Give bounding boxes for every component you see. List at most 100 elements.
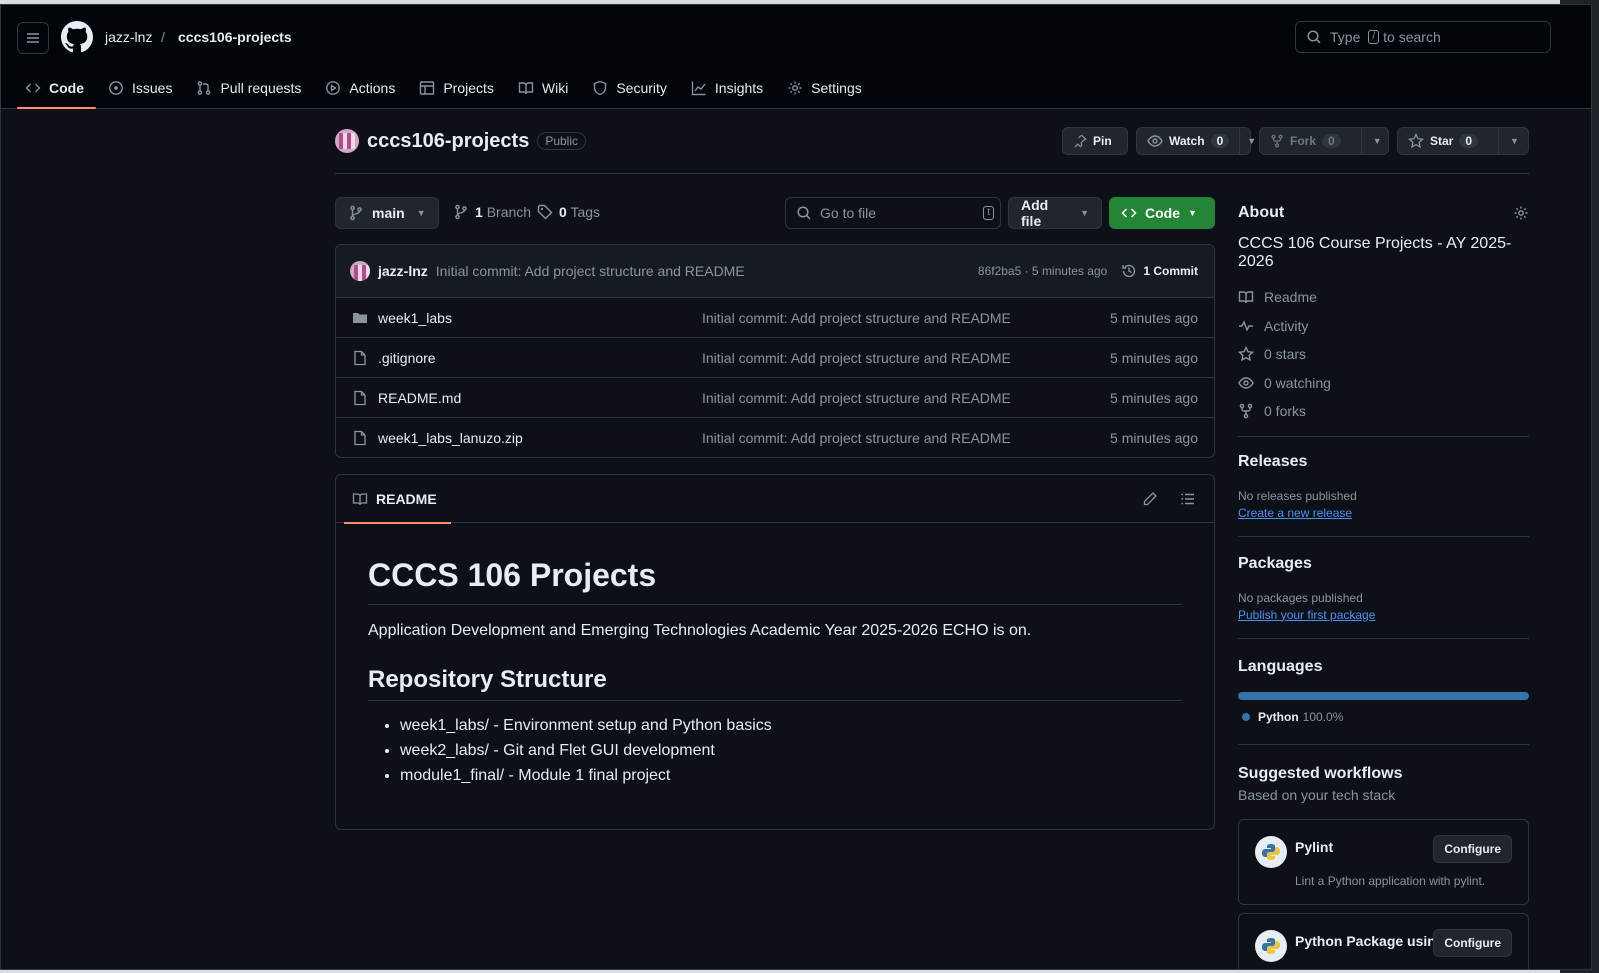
file-age: 5 minutes ago — [1110, 349, 1198, 366]
stars-link[interactable]: 0 stars — [1238, 340, 1529, 369]
avatar[interactable] — [335, 129, 359, 153]
commit-sha-time[interactable]: 86f2ba5 · 5 minutes ago — [978, 264, 1107, 278]
star-icon — [1408, 133, 1424, 149]
about-link-label: Readme — [1264, 289, 1317, 306]
breadcrumb-owner[interactable]: jazz-lnz — [105, 29, 152, 45]
packages-title[interactable]: Packages — [1238, 555, 1529, 573]
language-bar-python — [1238, 691, 1529, 700]
tab-settings[interactable]: Settings — [779, 67, 874, 109]
search-shortcut-key: / — [1368, 30, 1380, 44]
breadcrumb-repo[interactable]: cccs106-projects — [178, 29, 292, 45]
file-name[interactable]: README.md — [378, 390, 461, 406]
configure-button[interactable]: Configure — [1433, 834, 1512, 863]
commit-message[interactable]: Initial commit: Add project structure an… — [436, 263, 745, 279]
pin-button[interactable]: Pin — [1062, 127, 1128, 155]
fork-button[interactable]: Fork 0 ▼ — [1259, 127, 1389, 155]
commit-author[interactable]: jazz-lnz — [378, 263, 428, 279]
configure-button[interactable]: Configure — [1433, 928, 1512, 957]
star-icon — [1238, 346, 1254, 362]
repo-name[interactable]: cccs106-projects — [367, 130, 529, 153]
language-python[interactable]: Python 100.0% — [1238, 710, 1529, 724]
commits-count: 1 Commit — [1143, 264, 1198, 278]
file-name[interactable]: week1_labs_lanuzo.zip — [378, 430, 523, 446]
add-file-button[interactable]: Add file ▼ — [1008, 197, 1102, 229]
search-icon — [1307, 30, 1321, 44]
file-name[interactable]: week1_labs — [378, 310, 452, 326]
search-input[interactable]: Type / to search — [1295, 21, 1551, 53]
file-name[interactable]: .gitignore — [378, 350, 436, 366]
file-commit-message[interactable]: Initial commit: Add project structure an… — [702, 350, 1011, 366]
branches-link[interactable]: 1 Branch — [453, 204, 531, 220]
shield-icon — [594, 80, 607, 96]
book-icon — [1238, 291, 1254, 304]
graph-icon — [691, 81, 706, 96]
table-row[interactable]: week1_labs Initial commit: Add project s… — [336, 298, 1214, 338]
list-outline-icon[interactable] — [1180, 491, 1196, 507]
eye-icon — [1238, 377, 1254, 389]
file-commit-message[interactable]: Initial commit: Add project structure an… — [702, 430, 1011, 446]
table-row[interactable]: .gitignore Initial commit: Add project s… — [336, 338, 1214, 378]
commits-link[interactable]: 1 Commit — [1121, 263, 1198, 279]
table-row[interactable]: README.md Initial commit: Add project st… — [336, 378, 1214, 418]
table-row[interactable]: week1_labs_lanuzo.zip Initial commit: Ad… — [336, 418, 1214, 457]
repo-nav-tabs: Code Issues Pull requests Actions Projec… — [17, 67, 878, 109]
add-file-label: Add file — [1021, 197, 1049, 229]
fork-label: Fork — [1290, 134, 1317, 148]
publish-package-link[interactable]: Publish your first package — [1238, 608, 1529, 622]
code-icon — [1121, 208, 1137, 218]
about-link-label: Activity — [1264, 317, 1309, 334]
tab-projects[interactable]: Projects — [411, 67, 506, 109]
tab-code[interactable]: Code — [17, 67, 96, 109]
github-logo-icon[interactable] — [61, 21, 93, 53]
create-release-link[interactable]: Create a new release — [1238, 506, 1529, 520]
code-button[interactable]: Code ▼ — [1109, 197, 1215, 229]
releases-title[interactable]: Releases — [1238, 453, 1529, 471]
file-commit-message[interactable]: Initial commit: Add project structure an… — [702, 390, 1011, 406]
python-icon — [1255, 835, 1287, 868]
divider — [1238, 743, 1529, 745]
python-icon — [1255, 929, 1287, 962]
pencil-icon[interactable] — [1142, 491, 1158, 507]
list-item: week2_labs/ - Git and Flet GUI developme… — [400, 742, 1182, 760]
tab-actions[interactable]: Actions — [317, 67, 407, 109]
latest-commit-row: jazz-lnz Initial commit: Add project str… — [336, 245, 1214, 298]
tab-wiki[interactable]: Wiki — [510, 67, 580, 109]
list-item: module1_final/ - Module 1 final project — [400, 767, 1182, 785]
tags-link[interactable]: 0 Tags — [537, 204, 600, 220]
pull-request-icon — [198, 81, 211, 95]
tab-label: Wiki — [541, 80, 569, 96]
chevron-down-icon: ▼ — [1247, 136, 1257, 146]
watching-link[interactable]: 0 watching — [1238, 369, 1529, 398]
avatar[interactable] — [350, 261, 370, 281]
tab-pull-requests[interactable]: Pull requests — [188, 67, 313, 109]
file-commit-message[interactable]: Initial commit: Add project structure an… — [702, 310, 1011, 326]
go-to-file-input[interactable]: Go to file t — [785, 197, 1001, 229]
chevron-down-icon: ▼ — [1372, 136, 1382, 146]
star-dropdown[interactable]: ▼ — [1499, 128, 1530, 154]
repo-title: cccs106-projects Public — [335, 129, 587, 153]
fork-dropdown[interactable]: ▼ — [1362, 128, 1393, 154]
workflow-name: Python Package using — [1295, 932, 1445, 949]
activity-link[interactable]: Activity — [1238, 312, 1529, 341]
menu-button[interactable] — [17, 22, 49, 54]
code-icon — [25, 83, 41, 93]
forks-link[interactable]: 0 forks — [1238, 397, 1529, 426]
tab-readme[interactable]: README — [344, 475, 451, 524]
about-link-label: 0 stars — [1264, 346, 1307, 363]
divider — [1238, 535, 1529, 537]
branch-select[interactable]: main ▼ — [335, 197, 439, 229]
watch-button[interactable]: Watch 0 ▼ — [1136, 127, 1256, 155]
readme-header: README — [336, 475, 1214, 524]
readme-link[interactable]: Readme — [1238, 283, 1529, 312]
tab-label: Settings — [811, 80, 862, 96]
tab-insights[interactable]: Insights — [683, 67, 775, 109]
workflows-subtitle: Based on your tech stack — [1238, 786, 1396, 803]
workflows-title: Suggested workflows — [1238, 764, 1403, 782]
about-link-label: 0 watching — [1264, 374, 1331, 391]
readme-content: CCCS 106 Projects Application Developmen… — [336, 557, 1214, 785]
tab-security[interactable]: Security — [584, 67, 679, 109]
tab-issues[interactable]: Issues — [100, 67, 184, 109]
workflow-name: Pylint — [1295, 838, 1334, 855]
star-button[interactable]: Star 0 ▼ — [1397, 127, 1529, 155]
gear-icon[interactable] — [1513, 205, 1529, 221]
